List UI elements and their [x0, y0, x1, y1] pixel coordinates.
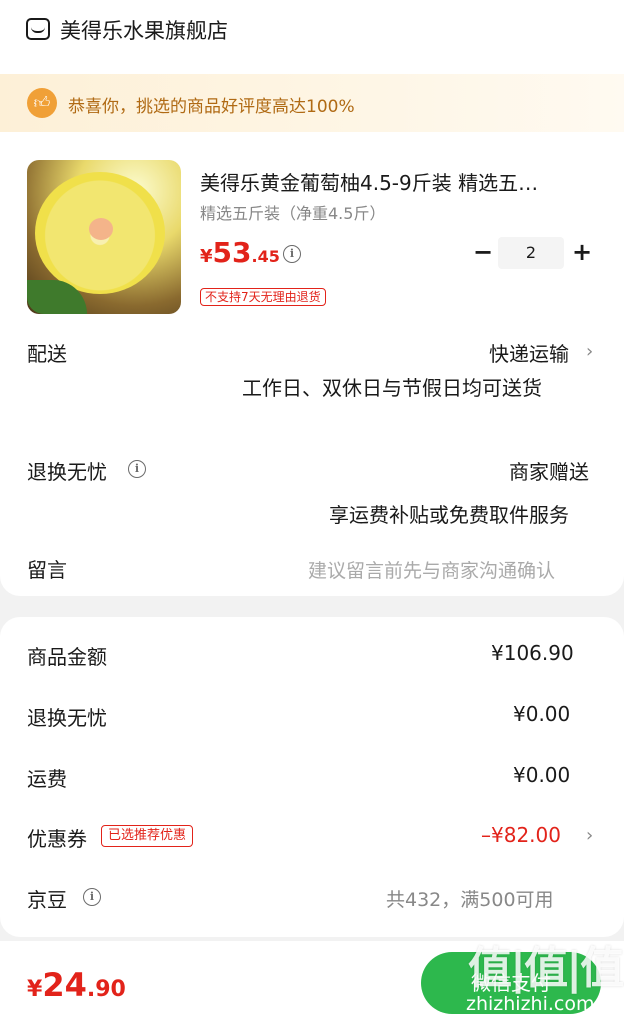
jingdou-value: 共432，满500可用 [386, 889, 554, 911]
coupon-value[interactable]: –¥82.00 [481, 823, 561, 847]
quantity-minus-button[interactable]: − [473, 240, 493, 264]
thumbs-up-icon: 👍︎ [27, 88, 57, 118]
coupon-label: 优惠券 [27, 827, 87, 851]
chevron-right-icon[interactable]: › [586, 341, 593, 362]
shipping-value: ¥0.00 [513, 763, 571, 787]
fee-worry-free-value: ¥0.00 [513, 702, 571, 726]
worry-free-info-icon[interactable]: i [128, 460, 146, 478]
fruit-core [89, 218, 113, 240]
total-decimal: .90 [86, 977, 126, 1002]
worry-free-note: 享运费补贴或免费取件服务 [329, 503, 569, 527]
no-return-tag: 不支持7天无理由退货 [200, 288, 326, 306]
price-info-icon[interactable]: i [283, 245, 301, 263]
total-integer: 24 [42, 966, 87, 1004]
praise-text: 恭喜你，挑选的商品好评度高达100% [68, 97, 355, 117]
price-integer: 53 [212, 236, 252, 269]
message-input[interactable]: 建议留言前先与商家沟通确认 [308, 556, 555, 583]
price-symbol: ¥ [200, 246, 213, 267]
message-label: 留言 [27, 558, 67, 582]
product-spec[interactable]: 精选五斤装（净重4.5斤） [200, 200, 385, 224]
delivery-method[interactable]: 快递运输 [489, 338, 569, 367]
store-name[interactable]: 美得乐水果旗舰店 [60, 15, 228, 45]
total-price: ¥24.90 [27, 966, 126, 1004]
product-price: ¥53.45 [200, 236, 280, 269]
delivery-label: 配送 [27, 342, 67, 366]
shipping-label: 运费 [27, 767, 67, 791]
worry-free-label: 退换无忧 [27, 460, 107, 484]
goods-amount-label: 商品金额 [27, 645, 107, 669]
product-title[interactable]: 美得乐黄金葡萄柚4.5-9斤装 精选五… [200, 167, 590, 196]
total-symbol: ¥ [27, 977, 43, 1002]
watermark-logo: 值|值|值 [468, 943, 624, 994]
product-image[interactable] [27, 160, 181, 314]
quantity-plus-button[interactable]: + [572, 240, 592, 264]
coupon-tag: 已选推荐优惠 [101, 825, 194, 847]
delivery-note: 工作日、双休日与节假日均可送货 [242, 376, 542, 400]
fee-worry-free-label: 退换无忧 [27, 706, 107, 730]
worry-free-value: 商家赠送 [509, 460, 589, 484]
price-decimal: .45 [251, 247, 280, 266]
store-icon [26, 18, 50, 40]
chevron-right-icon[interactable]: › [586, 825, 593, 846]
jingdou-info-icon[interactable]: i [83, 888, 101, 906]
watermark-url: zhizhizhi.com [466, 993, 595, 1015]
quantity-input[interactable]: 2 [498, 237, 564, 269]
goods-amount-value: ¥106.90 [491, 641, 574, 665]
jingdou-label: 京豆 [27, 888, 67, 912]
